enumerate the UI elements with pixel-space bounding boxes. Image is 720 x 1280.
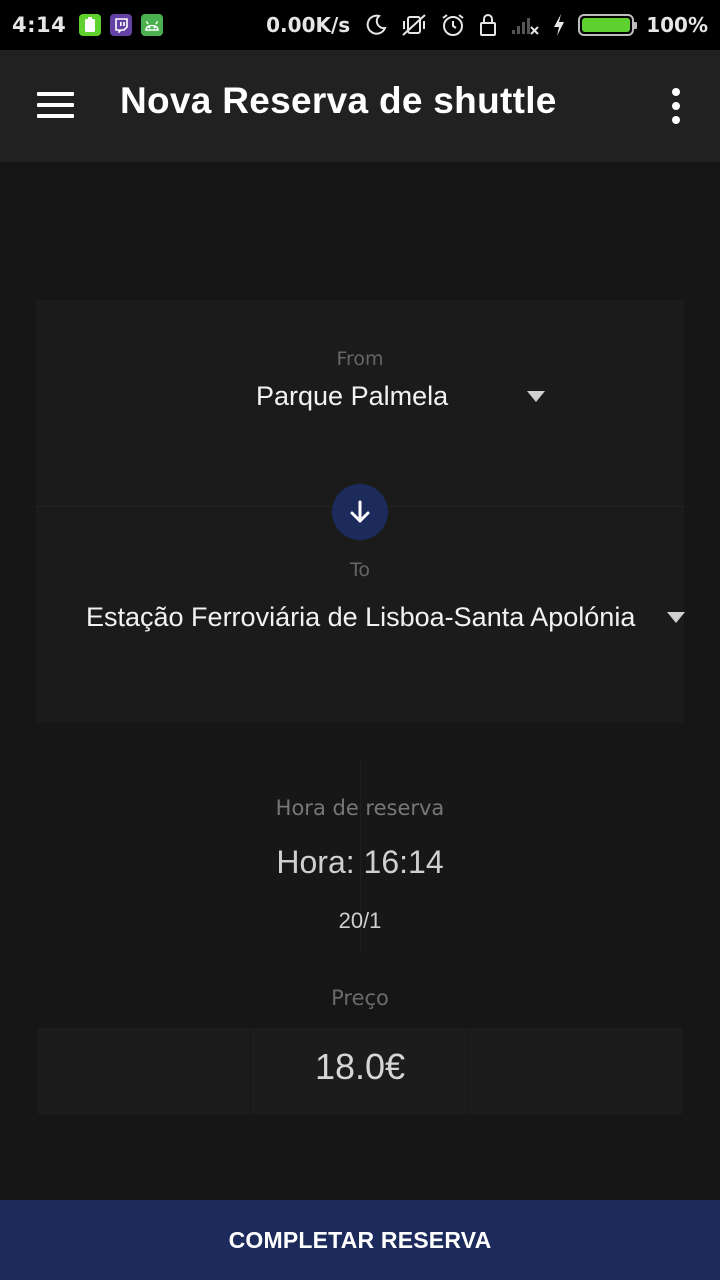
battery-app-icon xyxy=(79,14,102,36)
from-dropdown-arrow-icon[interactable] xyxy=(527,391,545,402)
price-value: 18.0€ xyxy=(314,1046,406,1087)
from-select[interactable]: Parque Palmela xyxy=(256,381,448,412)
vibrate-off-icon xyxy=(400,13,428,37)
hamburger-menu-icon[interactable] xyxy=(36,92,76,120)
status-time: 4:14 xyxy=(12,13,67,37)
page-title: Nova Reserva de shuttle xyxy=(120,80,557,121)
arrow-down-icon xyxy=(350,500,370,523)
price-label: Preço xyxy=(331,986,389,1010)
from-label: From xyxy=(336,348,384,370)
status-bar: 4:14 0.00K/s 100% xyxy=(0,0,720,50)
battery-percent: 100% xyxy=(646,13,708,37)
booking-time-label: Hora de reserva xyxy=(275,796,445,820)
status-bar-left: 4:14 xyxy=(12,13,164,37)
moon-icon xyxy=(364,13,388,37)
network-speed: 0.00K/s xyxy=(266,13,351,37)
booking-time-section: Hora de reserva Hora: 16:14 20/1 xyxy=(0,760,720,952)
booking-date-value[interactable]: 20/1 xyxy=(0,908,720,934)
price-box: 18.0€ xyxy=(38,1028,682,1114)
twitch-icon xyxy=(110,14,133,36)
status-bar-right: 0.00K/s 100% xyxy=(266,12,708,38)
app-bar: Nova Reserva de shuttle xyxy=(0,50,720,162)
more-vert-icon[interactable] xyxy=(660,86,692,126)
to-dropdown-arrow-icon[interactable] xyxy=(667,612,685,623)
battery-icon xyxy=(578,14,638,36)
android-app-icon xyxy=(141,14,164,36)
booking-time-value[interactable]: Hora: 16:14 xyxy=(0,844,720,881)
route-card: From Parque Palmela To Estação Ferroviár… xyxy=(36,300,685,722)
complete-booking-button[interactable]: COMPLETAR RESERVA xyxy=(0,1200,720,1280)
alarm-icon xyxy=(440,12,466,38)
to-select[interactable]: Estação Ferroviária de Lisboa-Santa Apol… xyxy=(86,602,635,633)
battery-fill xyxy=(582,18,631,32)
signal-off-icon xyxy=(510,13,540,37)
to-label: To xyxy=(349,559,370,581)
swap-direction-button[interactable] xyxy=(332,484,388,540)
charging-icon xyxy=(552,13,566,37)
lock-rotation-icon xyxy=(478,13,498,37)
